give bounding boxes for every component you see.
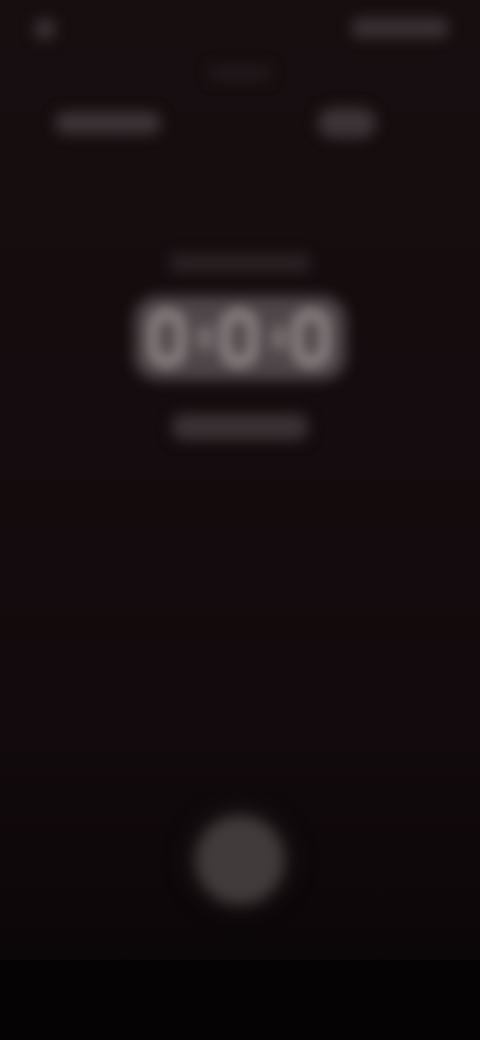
status-indicator-icon	[34, 18, 56, 40]
navigation-bar	[0, 960, 480, 1040]
record-button[interactable]	[196, 816, 284, 904]
timer-digit: 0	[222, 310, 256, 366]
timer-digit: 0	[150, 310, 184, 366]
timer-subtitle-button[interactable]	[172, 414, 308, 440]
status-right-indicators	[352, 18, 448, 38]
app-screen: 0 0 0	[0, 0, 480, 1040]
status-time	[60, 20, 120, 36]
more-icon[interactable]	[318, 108, 376, 138]
status-bar	[0, 0, 480, 56]
timer-caption	[170, 254, 310, 272]
top-handle	[210, 66, 270, 80]
timer-digit: 0	[294, 310, 328, 366]
blurred-content: 0 0 0	[0, 0, 480, 1040]
header-left-button[interactable]	[56, 112, 160, 134]
timer-separator	[200, 326, 210, 350]
timer-separator	[274, 326, 284, 350]
